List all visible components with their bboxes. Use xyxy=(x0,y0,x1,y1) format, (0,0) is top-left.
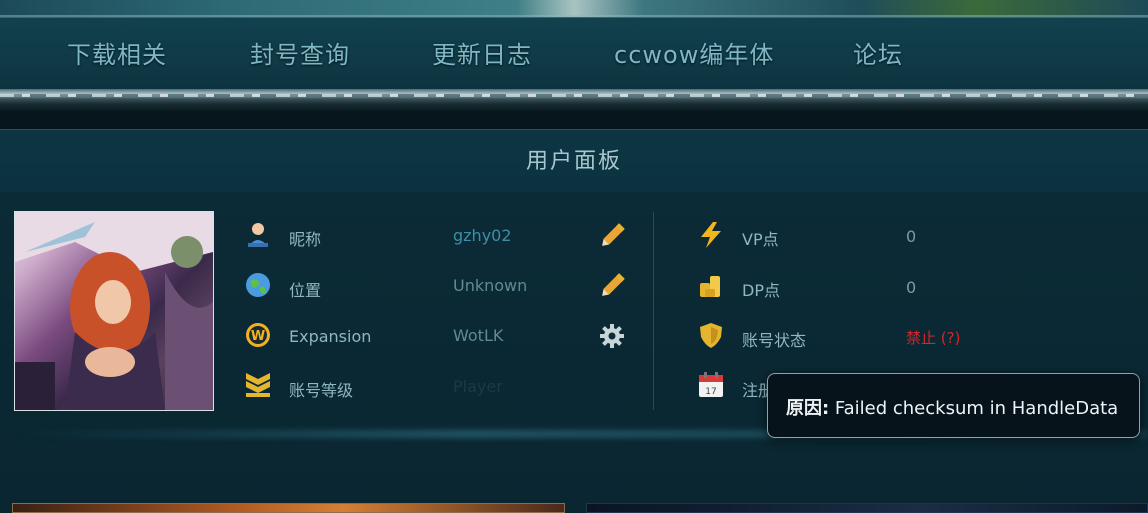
column-divider xyxy=(653,212,654,410)
svg-text:W: W xyxy=(251,329,265,344)
shield-icon xyxy=(697,321,725,349)
location-label: 位置 xyxy=(289,281,322,300)
account-level-label: 账号等级 xyxy=(289,381,354,400)
nav-forum[interactable]: 论坛 xyxy=(853,35,903,70)
nickname-label: 昵称 xyxy=(289,230,322,249)
globe-icon xyxy=(244,271,272,299)
account-status-value[interactable]: 禁止 (?) xyxy=(906,327,960,348)
frost-divider xyxy=(0,89,1148,111)
account-level-value: Player xyxy=(453,377,503,396)
tooltip-prefix: 原因: xyxy=(786,398,830,419)
calendar-icon: 17 xyxy=(697,371,725,399)
bottom-banner-left[interactable] xyxy=(12,503,565,513)
page-title: 用户面板 xyxy=(525,149,622,174)
rank-chevron-icon xyxy=(244,371,272,399)
expansion-label: Expansion xyxy=(289,327,372,346)
dp-points-label: DP点 xyxy=(742,281,780,300)
main-navbar: 下载相关 封号查询 更新日志 ccwow编年体 论坛 xyxy=(0,17,1148,89)
tooltip-reason: Failed checksum in HandleData xyxy=(829,398,1119,419)
expansion-value: WotLK xyxy=(453,326,504,345)
nav-ban-lookup[interactable]: 封号查询 xyxy=(250,35,350,70)
account-status-label: 账号状态 xyxy=(742,331,807,350)
nav-chronicle[interactable]: ccwow编年体 xyxy=(614,35,774,70)
gold-coins-icon xyxy=(697,271,725,299)
nickname-value: gzhy02 xyxy=(453,226,512,245)
avatar xyxy=(14,211,214,411)
edit-pencil-icon[interactable] xyxy=(598,272,626,300)
header-shadow-band xyxy=(0,111,1148,129)
settings-gear-icon[interactable] xyxy=(598,322,626,350)
nav-downloads[interactable]: 下载相关 xyxy=(67,35,167,70)
wow-logo-icon: W xyxy=(244,321,272,349)
header-banner-art xyxy=(0,0,1148,17)
lightning-icon xyxy=(697,221,725,249)
frost-divider-highlight xyxy=(0,94,1148,97)
ban-reason-tooltip: 原因: Failed checksum in HandleData xyxy=(767,373,1140,438)
location-value: Unknown xyxy=(453,276,528,295)
user-icon xyxy=(244,221,272,249)
bottom-banner-right[interactable] xyxy=(586,503,1148,513)
edit-pencil-icon[interactable] xyxy=(598,222,626,250)
dp-points-value: 0 xyxy=(906,278,917,297)
vp-points-value: 0 xyxy=(906,227,917,246)
user-panel-header: 用户面板 xyxy=(0,129,1148,193)
vp-points-label: VP点 xyxy=(742,230,779,249)
tooltip-text: 原因: Failed checksum in HandleData xyxy=(786,394,1118,420)
avatar-hero-art xyxy=(15,212,213,410)
nav-changelog[interactable]: 更新日志 xyxy=(432,35,532,70)
svg-text:17: 17 xyxy=(705,387,716,397)
